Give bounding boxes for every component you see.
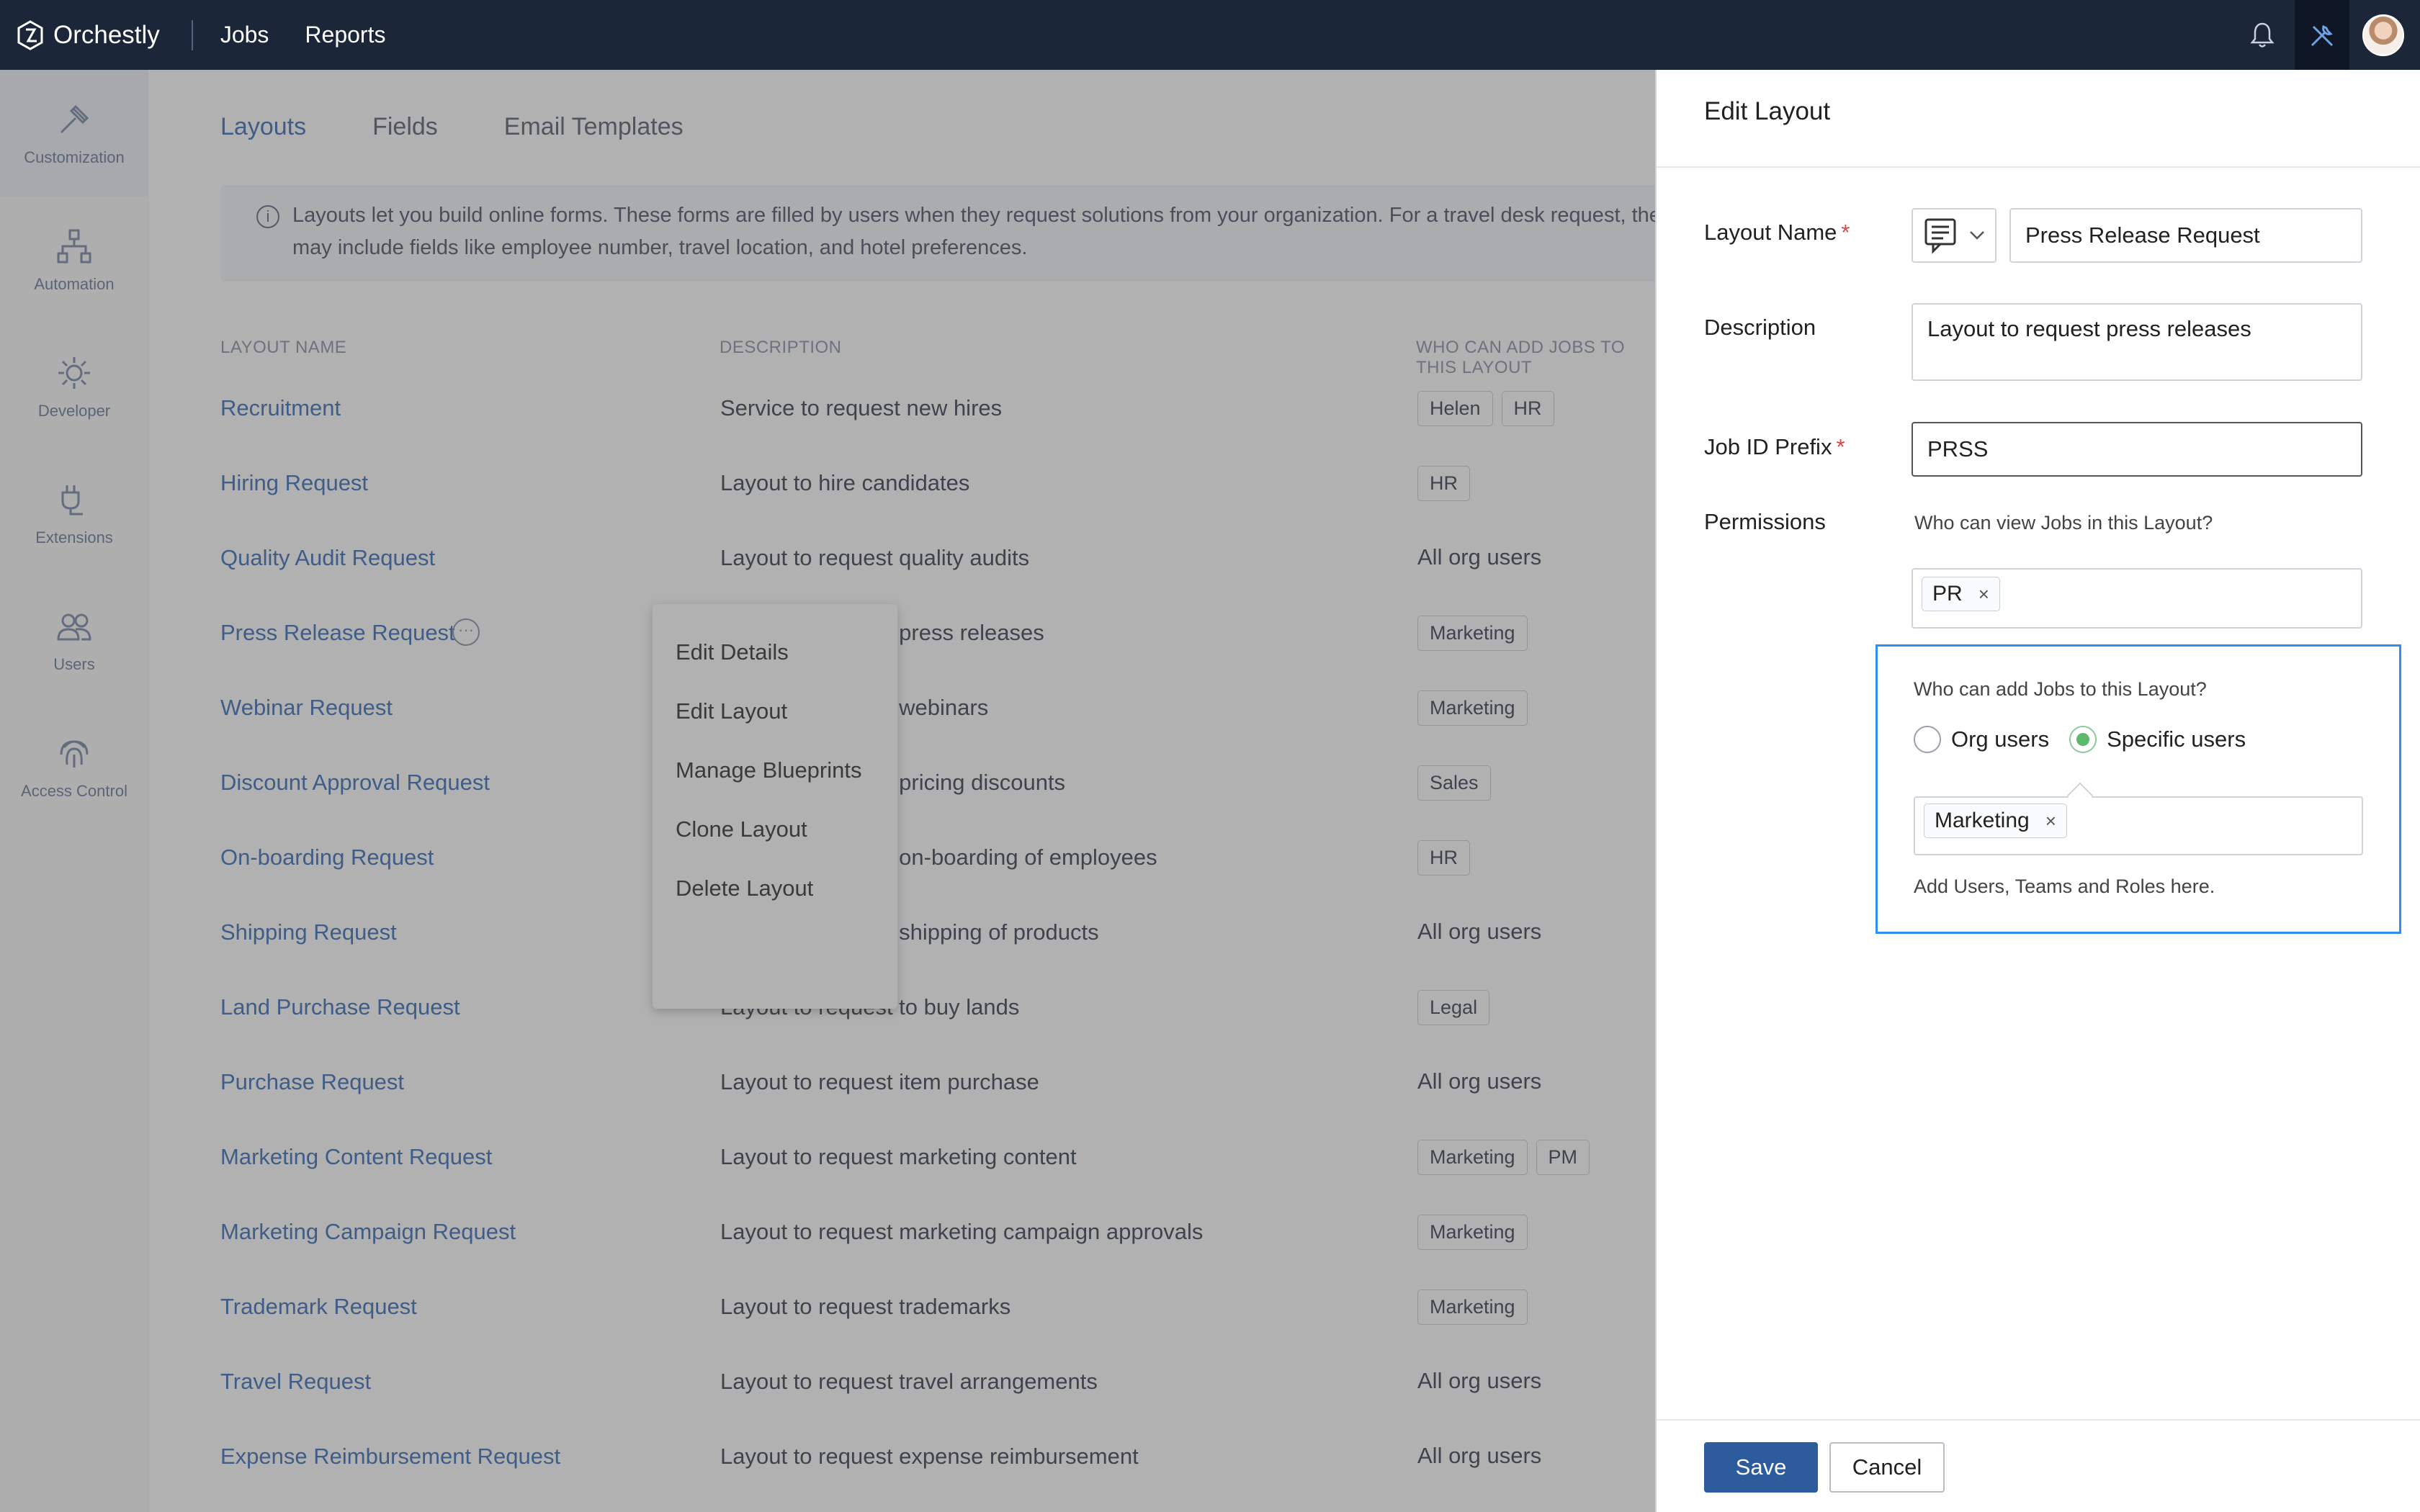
tools-icon <box>2311 24 2334 46</box>
job-id-prefix-label: Job ID Prefix * <box>1704 434 1845 460</box>
add-permission-tag-input[interactable]: Marketing × <box>1914 796 2363 855</box>
edit-layout-panel: Edit Layout Layout Name * Press Release R… <box>1655 70 2420 1512</box>
setup-button[interactable] <box>2295 0 2349 70</box>
radio-org-users[interactable] <box>1914 726 1941 753</box>
view-tag-label: PR <box>1932 582 1963 606</box>
chevron-down-icon <box>1970 231 1984 240</box>
required-marker: * <box>1841 220 1850 245</box>
add-tag: Marketing × <box>1924 804 2067 838</box>
layout-name-label-text: Layout Name <box>1704 220 1837 245</box>
brand-name: Orchestly <box>53 20 160 49</box>
form-icon <box>1924 218 1956 254</box>
view-tag: PR × <box>1922 577 2000 611</box>
radio-org-users-label[interactable]: Org users <box>1951 726 2049 752</box>
nav-reports[interactable]: Reports <box>305 22 385 48</box>
radio-specific-users-label[interactable]: Specific users <box>2107 726 2246 752</box>
notifications-button[interactable] <box>2230 0 2295 70</box>
layout-name-input[interactable]: Press Release Request <box>2009 208 2362 263</box>
panel-header-divider <box>1657 166 2420 168</box>
panel-title: Edit Layout <box>1704 97 1831 125</box>
modal-backdrop[interactable] <box>0 70 1655 1512</box>
view-permission-tag-input[interactable]: PR × <box>1912 568 2362 629</box>
add-tag-label: Marketing <box>1935 809 2030 832</box>
cancel-button[interactable]: Cancel <box>1829 1442 1945 1493</box>
save-button[interactable]: Save <box>1704 1442 1818 1493</box>
top-right-actions <box>2230 0 2420 70</box>
required-marker: * <box>1836 434 1845 459</box>
job-id-prefix-input[interactable]: PRSS <box>1912 422 2362 477</box>
add-permission-popup: Who can add Jobs to this Layout? Org use… <box>1876 644 2401 934</box>
layout-name-label: Layout Name * <box>1704 220 1850 246</box>
radio-specific-users[interactable] <box>2069 726 2097 753</box>
view-permission-question: Who can view Jobs in this Layout? <box>1914 512 2213 534</box>
description-textarea[interactable]: Layout to request press releases <box>1912 303 2362 381</box>
orchestly-logo-icon <box>17 19 43 50</box>
layout-icon-select[interactable] <box>1912 208 1996 263</box>
description-label: Description <box>1704 315 1816 340</box>
top-bar: Orchestly Jobs Reports <box>0 0 2420 70</box>
bell-icon <box>2250 22 2275 48</box>
permissions-label: Permissions <box>1704 509 1826 534</box>
add-permission-question: Who can add Jobs to this Layout? <box>1914 678 2207 700</box>
remove-tag-icon[interactable]: × <box>1978 583 1989 606</box>
nav-jobs[interactable]: Jobs <box>220 22 269 48</box>
add-permission-hint: Add Users, Teams and Roles here. <box>1914 876 2215 897</box>
remove-tag-icon[interactable]: × <box>2045 810 2056 832</box>
panel-footer-divider <box>1657 1419 2420 1421</box>
add-permission-radio-group: Org users Specific users <box>1914 726 2246 753</box>
brand[interactable]: Orchestly <box>16 19 160 51</box>
job-id-prefix-label-text: Job ID Prefix <box>1704 434 1832 459</box>
user-avatar[interactable] <box>2362 14 2404 56</box>
top-divider <box>191 19 193 50</box>
